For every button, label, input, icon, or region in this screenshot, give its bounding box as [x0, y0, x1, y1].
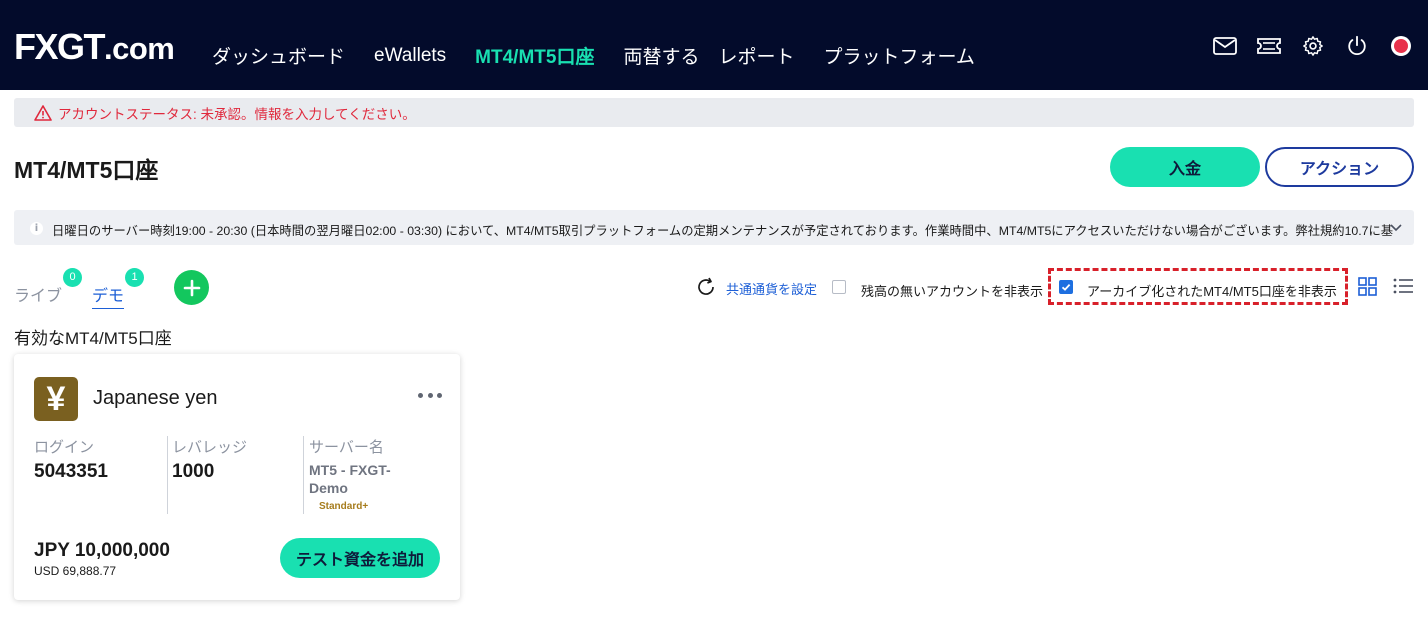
more-options-icon[interactable]	[418, 389, 442, 401]
recording-indicator-icon[interactable]	[1388, 33, 1414, 59]
account-balance-usd: USD 69,888.77	[34, 564, 117, 578]
hide-zero-balance-checkbox[interactable]	[832, 280, 846, 294]
login-value: 5043351	[34, 461, 108, 482]
deposit-button[interactable]: 入金	[1110, 147, 1260, 187]
mail-icon[interactable]	[1212, 33, 1238, 59]
nav-ewallets[interactable]: eWallets	[374, 45, 446, 67]
column-divider	[303, 436, 304, 514]
grid-view-icon[interactable]	[1357, 276, 1379, 298]
list-view-icon[interactable]	[1392, 276, 1414, 298]
hide-archived-label: アーカイブ化されたMT4/MT5口座を非表示	[1087, 284, 1337, 299]
fxgt-logo[interactable]: FXGT .com	[14, 26, 175, 67]
refresh-icon[interactable]	[695, 276, 717, 298]
demo-count-badge: 1	[125, 268, 144, 287]
power-icon[interactable]	[1344, 33, 1370, 59]
main-nav: ダッシュボード eWallets MT4/MT5口座 両替する レポート プラッ…	[212, 42, 1004, 69]
live-count-badge: 0	[63, 268, 82, 287]
login-column: ログイン 5043351	[34, 436, 108, 483]
add-account-button[interactable]	[174, 270, 209, 305]
account-currency-name: Japanese yen	[93, 387, 218, 409]
info-icon: i	[30, 222, 43, 235]
account-balance: JPY 10,000,000	[34, 540, 170, 561]
leverage-label: レバレッジ	[172, 439, 248, 456]
page-title: MT4/MT5口座	[14, 157, 159, 183]
tab-demo[interactable]: デモ	[92, 282, 125, 309]
server-label: サーバー名	[309, 439, 384, 456]
nav-platforms[interactable]: プラットフォーム	[823, 42, 974, 69]
nav-reports[interactable]: レポート	[718, 42, 794, 69]
chevron-down-icon[interactable]	[1388, 219, 1404, 235]
plus-icon	[183, 279, 200, 296]
login-label: ログイン	[34, 439, 95, 456]
account-type-tag: Standard+	[319, 501, 369, 512]
logo-main: FXGT	[14, 26, 106, 67]
nav-exchange[interactable]: 両替する	[623, 42, 699, 69]
nav-dashboard[interactable]: ダッシュボード	[212, 42, 345, 69]
yen-icon: ¥	[34, 377, 78, 421]
server-column: サーバー名 MT5 - FXGT-Demo Standard+	[309, 436, 409, 512]
account-card[interactable]: ¥ Japanese yen ログイン 5043351 レバレッジ 1000 サ…	[14, 354, 460, 600]
server-value: MT5 - FXGT-Demo	[309, 462, 391, 496]
logo-suffix: .com	[104, 31, 175, 66]
nav-mt-accounts[interactable]: MT4/MT5口座	[475, 42, 594, 69]
hide-archived-checkbox[interactable]	[1059, 280, 1073, 294]
checkmark-icon	[1061, 283, 1071, 291]
warning-icon	[34, 104, 52, 121]
top-navigation-bar: FXGT .com ダッシュボード eWallets MT4/MT5口座 両替する…	[0, 0, 1428, 90]
notice-text: 日曜日のサーバー時刻19:00 - 20:30 (日本時間の翌月曜日02:00 …	[52, 224, 1394, 238]
action-button[interactable]: アクション	[1265, 147, 1414, 187]
status-text: アカウントステータス: 未承認。情報を入力してください。	[58, 106, 416, 122]
active-accounts-heading: 有効なMT4/MT5口座	[14, 329, 172, 348]
tab-live[interactable]: ライブ	[14, 282, 62, 306]
set-common-currency-link[interactable]: 共通通貨を設定	[726, 279, 817, 298]
add-test-funds-button[interactable]: テスト資金を追加	[280, 538, 440, 578]
leverage-value: 1000	[172, 461, 215, 482]
gear-icon[interactable]	[1300, 33, 1326, 59]
header-icons	[1194, 33, 1414, 59]
hide-zero-balance-label: 残高の無いアカウントを非表示	[861, 284, 1044, 299]
column-divider	[167, 436, 168, 514]
ticket-icon[interactable]	[1256, 33, 1282, 59]
leverage-column: レバレッジ 1000	[172, 436, 247, 483]
maintenance-notice[interactable]: i 日曜日のサーバー時刻19:00 - 20:30 (日本時間の翌月曜日02:0…	[14, 210, 1414, 245]
account-status-alert: アカウントステータス: 未承認。情報を入力してください。	[14, 98, 1414, 127]
